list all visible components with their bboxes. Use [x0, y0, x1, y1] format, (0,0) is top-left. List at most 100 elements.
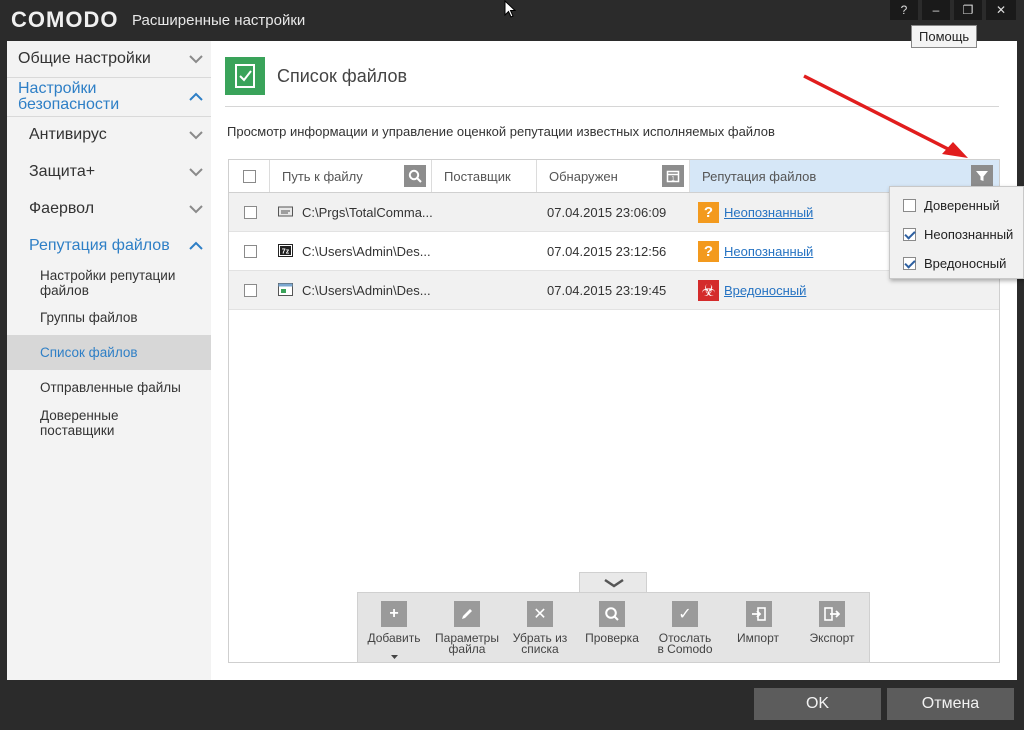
sidebar-item-security-settings[interactable]: Настройки безопасности: [7, 78, 211, 116]
filter-option-label: Вредоносный: [924, 256, 1007, 271]
table-row[interactable]: C:\Prgs\TotalComma... 07.04.2015 23:06:0…: [229, 193, 999, 232]
file-path: C:\Prgs\TotalComma...: [302, 205, 433, 220]
sidebar-item-firewall[interactable]: Фаервол: [7, 191, 211, 227]
plus-icon: +: [381, 601, 407, 627]
filter-option-unknown[interactable]: Неопознанный: [903, 227, 1013, 242]
sidebar-item-antivirus[interactable]: Антивирус: [7, 117, 211, 153]
remove-icon: ✕: [527, 601, 553, 627]
file-detected: 07.04.2015 23:06:09: [547, 205, 667, 220]
filter-option-label: Доверенный: [924, 198, 1000, 213]
sidebar-item-file-rating[interactable]: Репутация файлов: [7, 228, 211, 264]
totalcommander-file-icon: [278, 206, 293, 217]
sidebar-item-label: Доверенные поставщики: [40, 408, 119, 438]
sidebar-item-general-settings[interactable]: Общие настройки: [7, 41, 211, 77]
restore-button[interactable]: ❐: [954, 0, 982, 20]
close-button[interactable]: ✕: [986, 0, 1016, 20]
export-button[interactable]: Экспорт: [794, 593, 870, 664]
calendar-icon[interactable]: 1: [662, 165, 684, 187]
export-icon: [819, 601, 845, 627]
table-row[interactable]: 7z C:\Users\Admin\Des... 07.04.2015 23:1…: [229, 232, 999, 271]
file-detected: 07.04.2015 23:12:56: [547, 244, 667, 259]
reputation-link[interactable]: Неопознанный: [724, 244, 813, 259]
mouse-cursor-icon: [504, 0, 516, 18]
sidebar-item-label: Антивирус: [29, 126, 107, 143]
check-icon: ✓: [672, 601, 698, 627]
application-file-icon: [278, 283, 293, 296]
window-title: Расширенные настройки: [132, 12, 306, 29]
help-button[interactable]: ?: [890, 0, 918, 20]
unknown-icon: ?: [698, 241, 719, 262]
annotation-arrow-icon: [803, 74, 968, 158]
filter-checkbox-malicious[interactable]: [903, 257, 916, 270]
import-icon: [746, 601, 772, 627]
filter-checkbox-trusted[interactable]: [903, 199, 916, 212]
sidebar-item-file-groups[interactable]: Группы файлов: [7, 302, 211, 332]
chevron-up-icon: [189, 241, 203, 250]
sidebar: Общие настройки Настройки безопасности А…: [7, 41, 211, 680]
remove-button[interactable]: ✕ Убрать из списка: [504, 593, 576, 664]
sidebar-item-trusted-vendors[interactable]: Доверенные поставщики: [7, 405, 211, 441]
reputation-link[interactable]: Вредоносный: [724, 283, 806, 298]
submit-label: Отослать в Comodo: [657, 631, 713, 656]
filter-icon[interactable]: [971, 165, 993, 187]
sidebar-item-label: Группы файлов: [40, 309, 138, 325]
biohazard-icon: ☣: [698, 280, 719, 301]
row-checkbox[interactable]: [244, 284, 257, 297]
chevron-up-icon: [189, 92, 203, 101]
ok-button[interactable]: OK: [754, 688, 881, 720]
7zip-file-icon: 7z: [278, 244, 293, 257]
lookup-button[interactable]: Проверка: [576, 593, 648, 664]
minimize-button[interactable]: –: [922, 0, 950, 20]
search-icon: [599, 601, 625, 627]
chevron-down-icon: [189, 131, 203, 140]
row-checkbox[interactable]: [244, 206, 257, 219]
column-path[interactable]: Путь к файлу: [270, 160, 432, 192]
remove-label: Убрать из списка: [512, 631, 568, 656]
search-icon[interactable]: [404, 165, 426, 187]
chevron-down-icon: [189, 168, 203, 177]
column-vendor[interactable]: Поставщик: [432, 160, 537, 192]
column-reputation-label: Репутация файлов: [702, 168, 817, 184]
sidebar-item-label: Настройки безопасности: [18, 80, 120, 113]
svg-text:7z: 7z: [282, 249, 290, 256]
sidebar-item-label: Общие настройки: [18, 50, 151, 67]
chevron-down-icon: [604, 578, 624, 588]
filter-option-malicious[interactable]: Вредоносный: [903, 256, 1006, 271]
column-detected[interactable]: Обнаружен 1: [537, 160, 690, 192]
reputation-link[interactable]: Неопознанный: [724, 205, 813, 220]
page-description: Просмотр информации и управление оценкой…: [227, 124, 775, 139]
window-controls: ? – ❐ ✕: [890, 0, 1016, 20]
file-path: C:\Users\Admin\Des...: [302, 244, 431, 259]
sidebar-item-label: Настройки репутации файлов: [40, 268, 176, 298]
unknown-icon: ?: [698, 202, 719, 223]
lookup-label: Проверка: [585, 631, 639, 645]
sidebar-item-defense-plus[interactable]: Защита+: [7, 154, 211, 190]
filter-option-label: Неопознанный: [924, 227, 1014, 242]
toolbar-collapse-handle[interactable]: [579, 572, 647, 593]
select-all-checkbox[interactable]: [242, 169, 256, 183]
dropdown-arrow-icon: [391, 655, 398, 659]
add-button[interactable]: + Добавить: [358, 593, 430, 664]
column-detected-label: Обнаружен: [549, 168, 618, 184]
column-vendor-label: Поставщик: [444, 168, 511, 184]
filter-checkbox-unknown[interactable]: [903, 228, 916, 241]
column-path-label: Путь к файлу: [282, 168, 363, 184]
export-label: Экспорт: [809, 631, 855, 645]
sidebar-item-file-list[interactable]: Список файлов: [7, 335, 211, 370]
filter-option-trusted[interactable]: Доверенный: [903, 198, 1000, 213]
sidebar-item-label: Защита+: [29, 163, 96, 180]
chevron-down-icon: [189, 205, 203, 214]
reputation-filter-dropdown: Доверенный Неопознанный Вредоносный: [889, 186, 1024, 279]
comodo-logo: COMODO: [11, 7, 119, 32]
submit-to-comodo-button[interactable]: ✓ Отослать в Comodo: [648, 593, 722, 664]
sidebar-item-label: Фаервол: [29, 200, 95, 217]
row-checkbox[interactable]: [244, 245, 257, 258]
file-detected: 07.04.2015 23:19:45: [547, 283, 667, 298]
sidebar-item-submitted-files[interactable]: Отправленные файлы: [7, 372, 211, 402]
table-row[interactable]: C:\Users\Admin\Des... 07.04.2015 23:19:4…: [229, 271, 999, 310]
cancel-button[interactable]: Отмена: [887, 688, 1014, 720]
sidebar-item-label: Репутация файлов: [29, 237, 170, 254]
import-button[interactable]: Импорт: [722, 593, 794, 664]
sidebar-item-file-rating-settings[interactable]: Настройки репутации файлов: [7, 265, 211, 301]
file-details-button[interactable]: Параметры файла: [430, 593, 504, 664]
